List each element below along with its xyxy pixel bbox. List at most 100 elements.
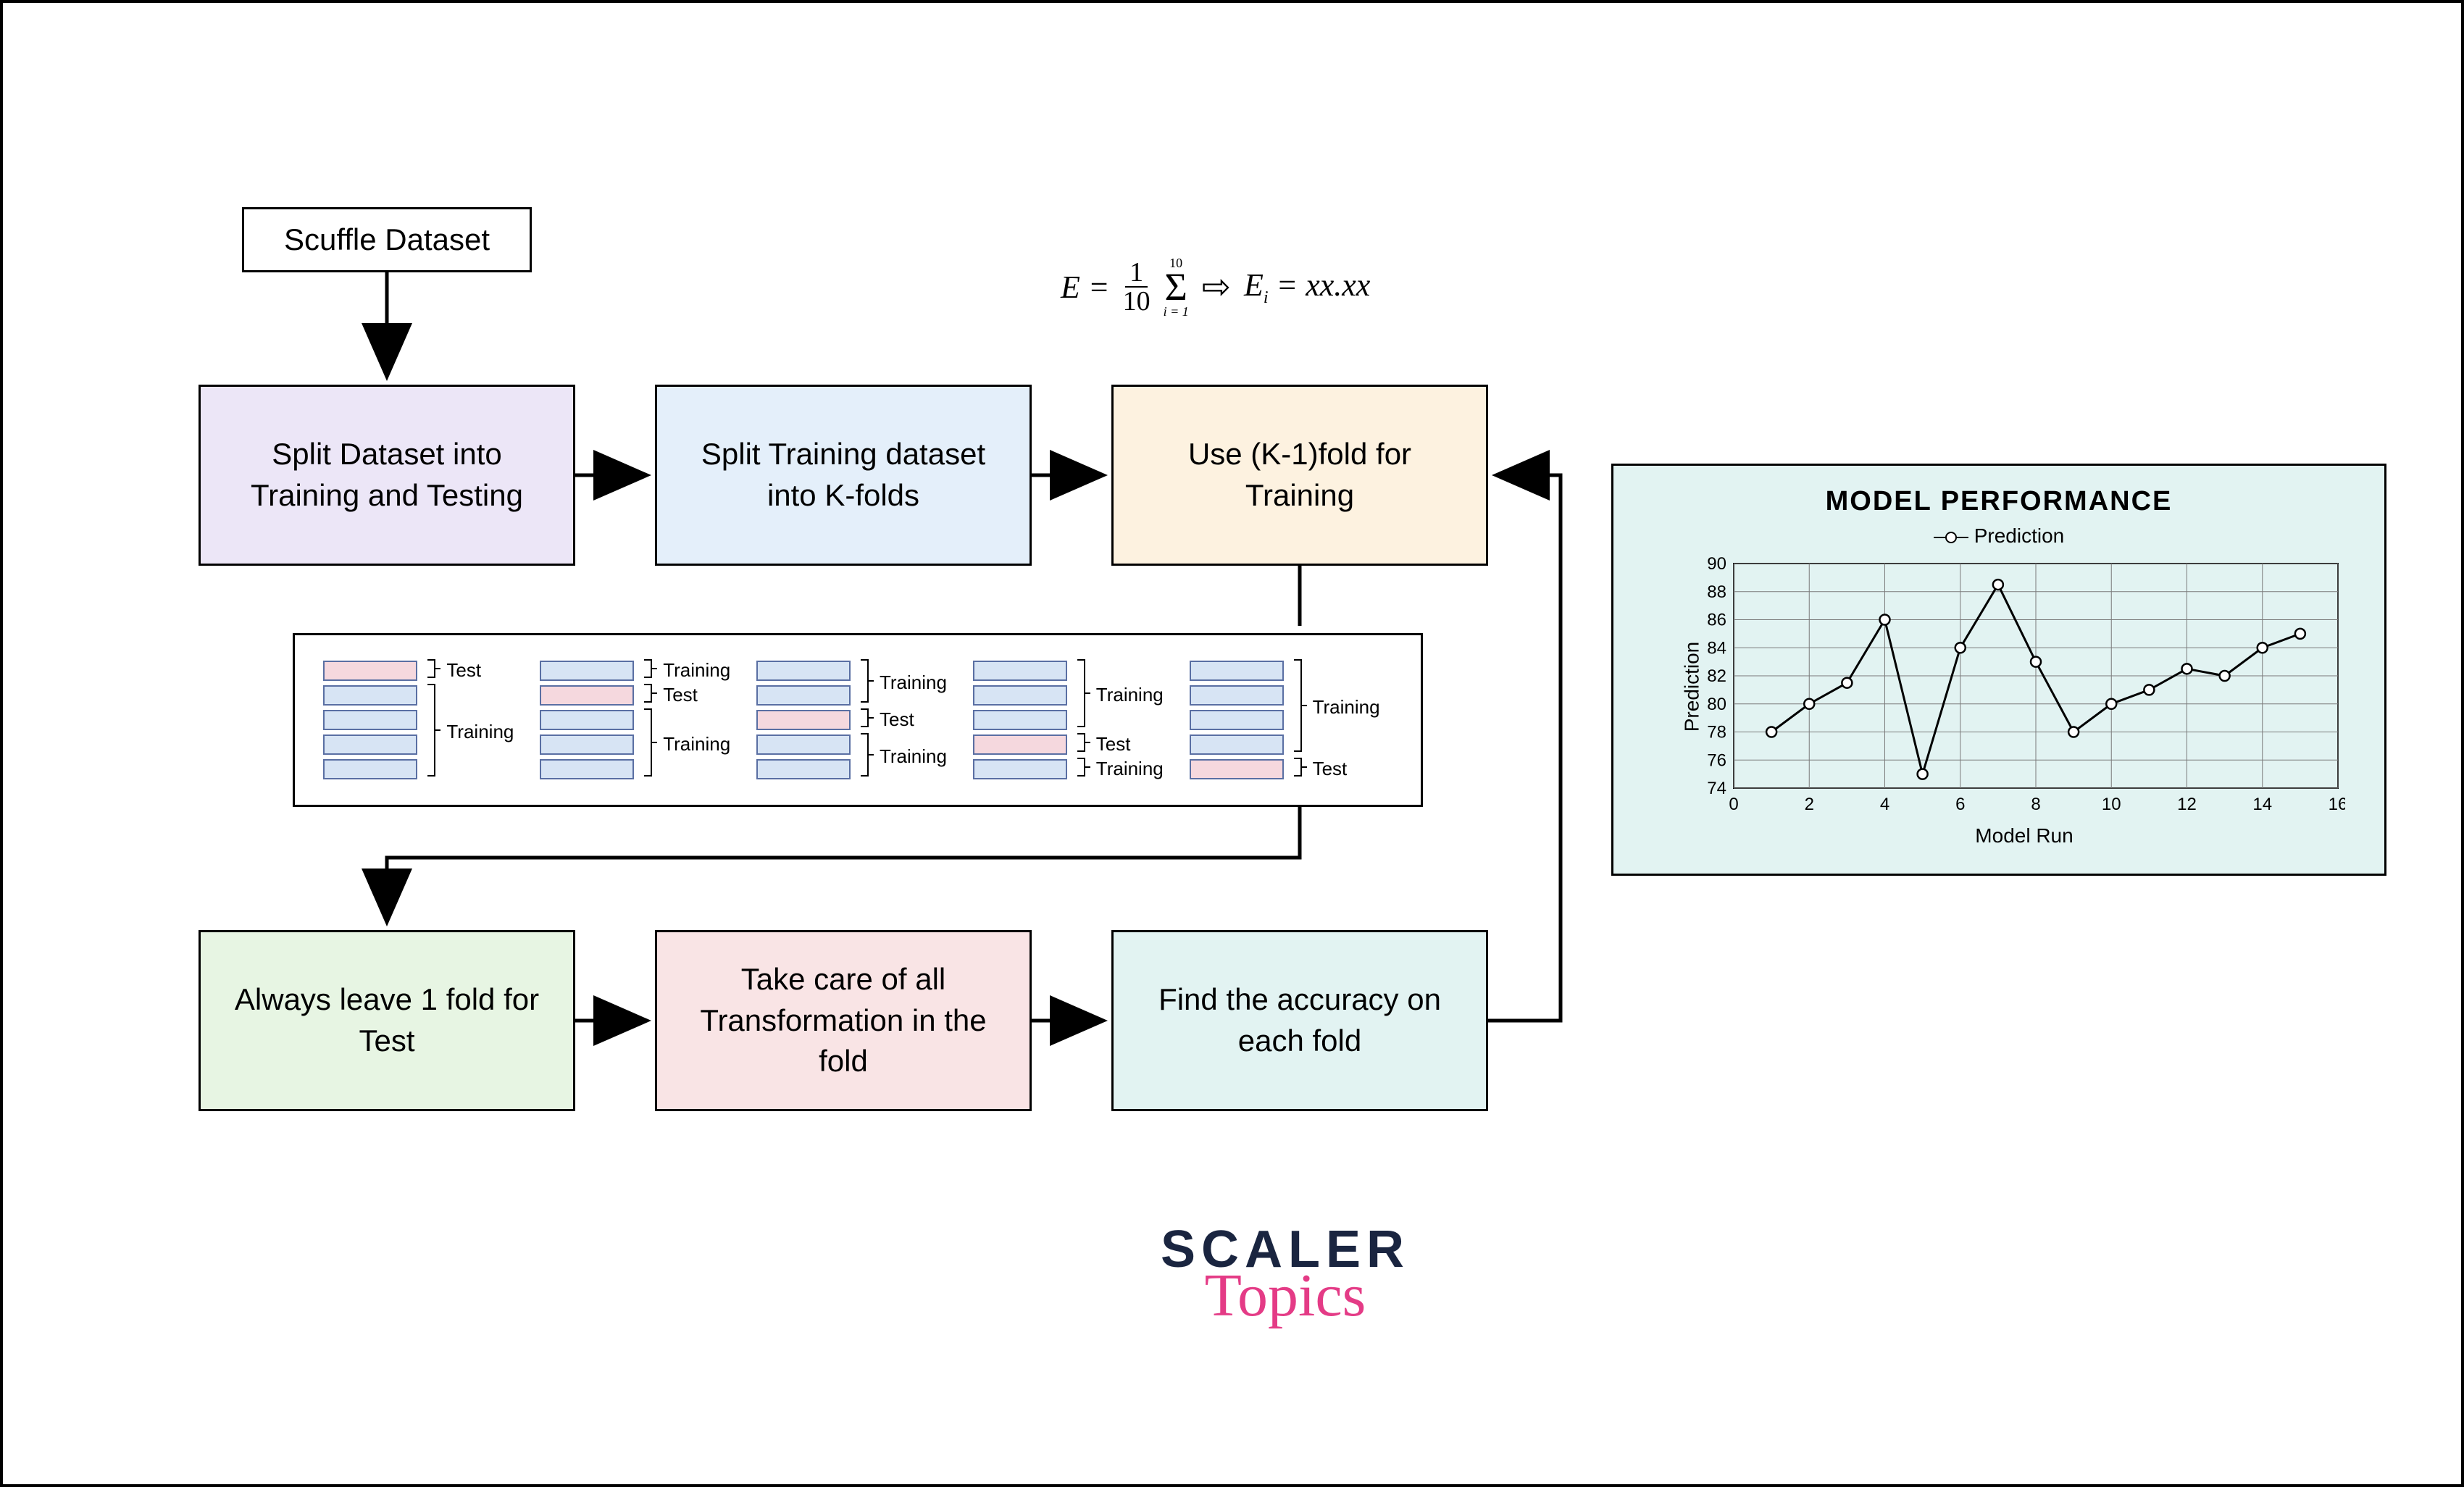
- fold-cell-train: [756, 661, 851, 681]
- fold-cell-train: [756, 759, 851, 779]
- fold-cell-train: [540, 710, 634, 730]
- fold-cell-test: [323, 661, 417, 681]
- svg-text:82: 82: [1707, 666, 1726, 686]
- box-use-k1-fold: Use (K-1)fold for Training: [1111, 385, 1488, 566]
- svg-text:80: 80: [1707, 695, 1726, 714]
- fold-cell-train: [973, 759, 1067, 779]
- fold-cell-train: [1190, 734, 1284, 755]
- box-label: Always leave 1 fold for Test: [230, 979, 544, 1061]
- fold-group-2: TrainingTestTraining: [540, 658, 743, 782]
- fold-bracket-label-test: Test: [1096, 733, 1131, 756]
- box-label: Split Dataset into Training and Testing: [230, 434, 544, 516]
- fold-cell-train: [323, 710, 417, 730]
- fold-stack: [540, 661, 634, 779]
- svg-text:74: 74: [1707, 779, 1726, 798]
- fold-cell-train: [756, 685, 851, 706]
- fold-bracket-label-training: Training: [1096, 758, 1164, 780]
- svg-text:16: 16: [2329, 795, 2345, 814]
- fold-cell-test: [1190, 759, 1284, 779]
- box-label: Take care of all Transformation in the f…: [686, 959, 1001, 1082]
- equation-lhs: E =: [1061, 269, 1110, 306]
- chart-legend: Prediction: [1642, 524, 2355, 548]
- svg-text:86: 86: [1707, 611, 1726, 630]
- box-leave-one-fold: Always leave 1 fold for Test: [199, 930, 575, 1111]
- scaler-topics-logo: SCALER Topics: [1111, 1220, 1459, 1331]
- fold-group-1: Test Training: [323, 658, 526, 782]
- fold-cell-train: [1190, 710, 1284, 730]
- svg-text:84: 84: [1707, 638, 1726, 658]
- svg-text:90: 90: [1707, 556, 1726, 574]
- svg-text:6: 6: [1955, 795, 1965, 814]
- box-split-kfolds: Split Training dataset into K-folds: [655, 385, 1032, 566]
- fold-cell-train: [323, 685, 417, 706]
- fold-stack: [756, 661, 851, 779]
- svg-text:76: 76: [1707, 750, 1726, 770]
- chart-plot-area: Prediction 74767880828486889002468101214…: [1693, 556, 2345, 817]
- chart-x-axis-label: Model Run: [1693, 824, 2355, 847]
- fold-bracket-label-test: Test: [1313, 758, 1348, 780]
- fold-bracket-label-test: Test: [446, 659, 481, 682]
- svg-text:88: 88: [1707, 582, 1726, 602]
- fold-labels: Test Training: [426, 658, 526, 782]
- fold-cell-train: [323, 734, 417, 755]
- svg-text:10: 10: [2102, 795, 2121, 814]
- arrow-right-outline-icon: ⇨: [1202, 267, 1231, 307]
- fold-cell-train: [973, 710, 1067, 730]
- fold-bracket-label-training: Training: [663, 733, 730, 756]
- fold-cell-train: [756, 734, 851, 755]
- bracket-icon: [1076, 658, 1092, 782]
- bracket-icon: [859, 658, 875, 782]
- fold-labels: Training Test: [1292, 658, 1392, 782]
- box-label: Find the accuracy on each fold: [1143, 979, 1457, 1061]
- fold-cell-test: [540, 685, 634, 706]
- fold-cell-train: [323, 759, 417, 779]
- svg-text:8: 8: [2031, 795, 2040, 814]
- chart-title: MODEL PERFORMANCE: [1642, 486, 2355, 517]
- fold-labels: TrainingTestTraining: [859, 658, 959, 782]
- fold-group-4: TrainingTestTraining: [973, 658, 1176, 782]
- svg-text:4: 4: [1880, 795, 1889, 814]
- legend-marker-icon: [1934, 537, 1968, 538]
- box-split-train-test: Split Dataset into Training and Testing: [199, 385, 575, 566]
- box-transformation: Take care of all Transformation in the f…: [655, 930, 1032, 1111]
- fold-labels: TrainingTestTraining: [643, 658, 743, 782]
- svg-text:2: 2: [1805, 795, 1814, 814]
- bracket-icon: [1292, 658, 1308, 782]
- equation: E = 1 10 10 Σ i = 1 ⇨ Ei = xx.xx: [1061, 256, 1370, 318]
- fold-bracket-label-training: Training: [663, 659, 730, 682]
- fold-stack: [323, 661, 417, 779]
- box-find-accuracy: Find the accuracy on each fold: [1111, 930, 1488, 1111]
- fold-group-5: Training Test: [1190, 658, 1392, 782]
- fold-cell-train: [1190, 661, 1284, 681]
- equation-fraction: 1 10: [1123, 259, 1150, 315]
- svg-text:0: 0: [1729, 795, 1738, 814]
- fold-cell-train: [1190, 685, 1284, 706]
- equation-sigma: 10 Σ i = 1: [1164, 256, 1189, 318]
- chart-panel: MODEL PERFORMANCE Prediction Prediction …: [1611, 464, 2386, 876]
- fold-bracket-label-test: Test: [880, 708, 914, 731]
- fold-cell-test: [756, 710, 851, 730]
- fold-labels: TrainingTestTraining: [1076, 658, 1176, 782]
- fold-bracket-label-training: Training: [1313, 696, 1380, 719]
- diagram-canvas: E = 1 10 10 Σ i = 1 ⇨ Ei = xx.xx Scuffle…: [3, 3, 2461, 1484]
- fold-bracket-label-test: Test: [663, 684, 698, 706]
- fold-bracket-label-training: Training: [1096, 684, 1164, 706]
- fold-cell-test: [973, 734, 1067, 755]
- chart-y-axis-label: Prediction: [1680, 642, 1703, 732]
- fold-cell-train: [540, 661, 634, 681]
- fold-stack: [1190, 661, 1284, 779]
- fold-bracket-label-training: Training: [446, 721, 514, 743]
- box-label: Use (K-1)fold for Training: [1143, 434, 1457, 516]
- box-label: Split Training dataset into K-folds: [686, 434, 1001, 516]
- bracket-icon: [426, 658, 442, 782]
- svg-text:14: 14: [2252, 795, 2272, 814]
- kfold-illustration: TestTrainingTrainingTestTrainingTraining…: [293, 633, 1423, 807]
- fold-cell-train: [540, 734, 634, 755]
- svg-text:12: 12: [2177, 795, 2197, 814]
- fold-cell-train: [973, 661, 1067, 681]
- box-scuffle-dataset: Scuffle Dataset: [242, 207, 532, 272]
- fold-stack: [973, 661, 1067, 779]
- bracket-icon: [643, 658, 659, 782]
- equation-rhs: Ei = xx.xx: [1244, 267, 1370, 308]
- svg-text:78: 78: [1707, 723, 1726, 742]
